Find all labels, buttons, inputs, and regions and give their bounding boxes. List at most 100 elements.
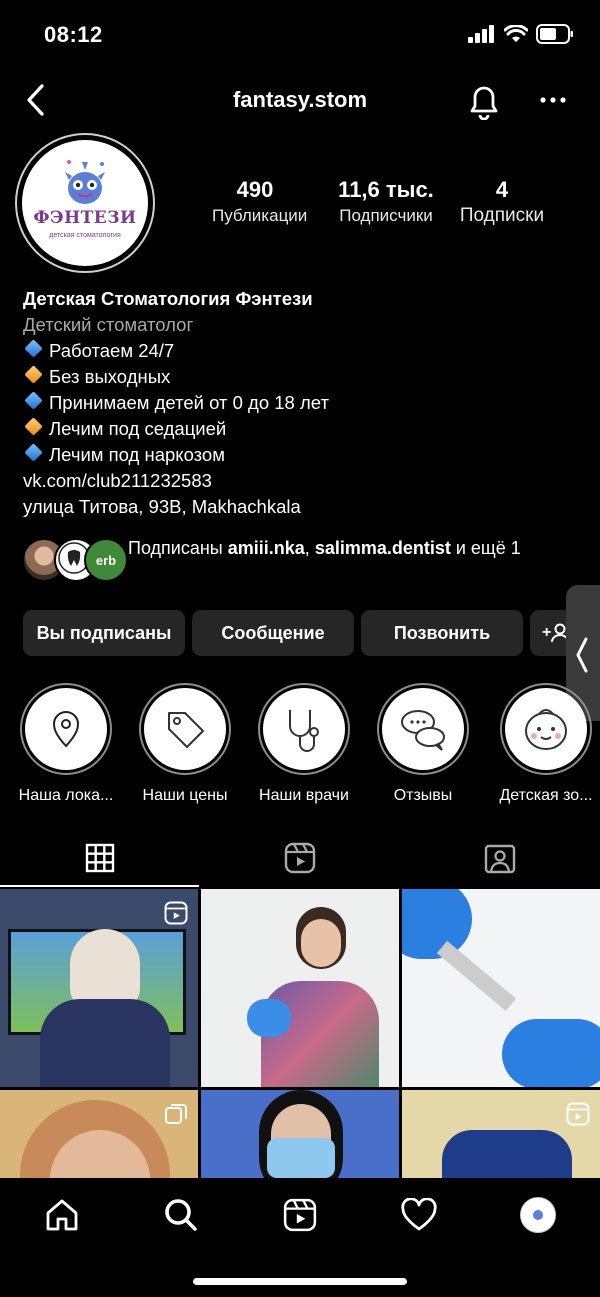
reel-indicator-icon	[566, 1102, 590, 1126]
tab-tagged[interactable]	[400, 830, 600, 886]
nav-activity[interactable]	[399, 1195, 439, 1235]
tagged-icon	[484, 844, 516, 874]
stat-posts-value: 490	[236, 177, 274, 202]
profile-username: fantasy.stom	[232, 87, 368, 112]
nav-reels[interactable]	[280, 1195, 320, 1235]
location-pin-icon	[52, 711, 80, 748]
home-indicator[interactable]	[193, 1278, 407, 1285]
signal-icon	[468, 25, 494, 43]
price-tag-icon	[168, 712, 204, 748]
bio-line: Работаем 24/7	[23, 338, 583, 364]
add-plus-glyph: +	[542, 624, 552, 641]
logo-text: ФЭНТЕЗИ	[33, 208, 137, 228]
tab-posts-grid[interactable]	[0, 830, 200, 886]
profile-avatar-small	[520, 1197, 556, 1233]
highlight-cover	[144, 688, 226, 770]
post-thumbnail[interactable]	[402, 889, 600, 1087]
active-tab-indicator	[0, 885, 199, 887]
post-image-instrument	[436, 940, 517, 1011]
highlight-label: Наши врачи	[259, 787, 349, 804]
carousel-indicator-icon	[165, 1104, 187, 1124]
highlight-kids-zone[interactable]: Детская зо...	[494, 683, 598, 805]
bio-name: Детская Стоматология Фэнтези	[23, 288, 313, 309]
bio-line-text: Работаем 24/7	[49, 340, 175, 361]
post-image-glove	[402, 889, 472, 959]
avatar-mascot-dot	[533, 1210, 543, 1220]
post-thumbnail[interactable]	[0, 889, 198, 1087]
stat-followers-value: 11,6 тыс.	[338, 177, 434, 202]
bio-link[interactable]: vk.com/club211232583	[23, 468, 583, 494]
bio-line: Принимаем детей от 0 до 18 лет	[23, 390, 583, 416]
status-icons	[468, 24, 574, 44]
reel-indicator-icon	[164, 901, 188, 925]
followed-by-separator: ,	[304, 538, 315, 558]
followed-by-text[interactable]: Подписаны amiii.nka, salimma.dentist и е…	[128, 535, 578, 561]
bio-category: Детский стоматолог	[23, 314, 194, 335]
nav-profile[interactable]	[518, 1195, 558, 1235]
chat-bubbles-icon	[401, 710, 445, 751]
post-thumbnail[interactable]	[201, 889, 399, 1087]
blue-diamond-icon	[24, 339, 43, 358]
reels-icon	[284, 842, 316, 874]
monster-mascot-icon	[65, 160, 105, 204]
bio-line-text: Без выходных	[49, 366, 171, 387]
notifications-button[interactable]	[466, 82, 502, 121]
following-button[interactable]: Вы подписаны	[23, 610, 185, 656]
stat-posts-label: Публикации	[212, 206, 308, 225]
highlight-cover	[263, 688, 345, 770]
battery-icon	[536, 24, 573, 44]
post-image-glove	[247, 999, 291, 1037]
follower-avatar: erb	[84, 538, 128, 582]
highlight-ring	[20, 683, 112, 775]
highlight-label: Наши цены	[142, 787, 228, 804]
highlight-ring	[500, 683, 592, 775]
profile-avatar[interactable]: ФЭНТЕЗИ детская стоматология	[15, 133, 155, 273]
followed-by-prefix: Подписаны	[128, 538, 228, 558]
orange-diamond-icon	[24, 365, 43, 384]
reels-icon	[283, 1198, 317, 1232]
followed-by-suffix: и ещё 1	[450, 538, 521, 558]
blue-diamond-icon	[24, 391, 43, 410]
tab-reels[interactable]	[200, 830, 400, 886]
bio-line: Лечим под седацией	[23, 416, 583, 442]
post-image-person-body	[40, 999, 170, 1087]
followed-by-avatars[interactable]: erb	[22, 538, 128, 582]
profile-bio: Детская Стоматология Фэнтези Детский сто…	[23, 286, 583, 520]
search-icon	[165, 1199, 197, 1231]
baby-face-icon	[525, 709, 567, 750]
post-image-person-face	[301, 919, 341, 967]
grid-icon	[85, 843, 115, 873]
stat-posts[interactable]: 490 Публикации	[212, 176, 308, 228]
stat-following[interactable]: 4 Подписки	[452, 176, 552, 228]
highlight-reviews[interactable]: Отзывы	[375, 683, 471, 805]
highlight-ring	[258, 683, 350, 775]
orange-diamond-icon	[24, 417, 43, 436]
more-options-button[interactable]	[538, 90, 568, 110]
logo-subtext: детская стоматология	[49, 232, 121, 239]
highlight-label: Наша лока...	[18, 787, 114, 804]
call-button[interactable]: Позвонить	[361, 610, 523, 656]
nav-home[interactable]	[42, 1195, 82, 1235]
nav-search[interactable]	[161, 1195, 201, 1235]
stat-following-value: 4	[495, 177, 509, 202]
stat-followers[interactable]: 11,6 тыс. Подписчики	[326, 176, 446, 228]
highlight-prices[interactable]: Наши цены	[137, 683, 233, 805]
avatar-logo: ФЭНТЕЗИ детская стоматология	[22, 140, 148, 266]
followed-by-user[interactable]: amiii.nka	[228, 538, 305, 558]
followed-by-user[interactable]: salimma.dentist	[315, 538, 451, 558]
heart-icon	[401, 1198, 437, 1231]
highlight-doctors[interactable]: Наши врачи	[256, 683, 352, 805]
highlight-ring	[377, 683, 469, 775]
post-image-mask	[267, 1138, 335, 1178]
message-button[interactable]: Сообщение	[192, 610, 354, 656]
wifi-icon	[504, 25, 528, 42]
post-image-glove	[502, 1019, 600, 1087]
bio-line-text: Принимаем детей от 0 до 18 лет	[49, 392, 329, 413]
highlight-cover	[505, 688, 587, 770]
status-time: 08:12	[44, 22, 103, 47]
highlight-label: Детская зо...	[499, 787, 593, 804]
highlight-ring	[139, 683, 231, 775]
bio-line-text: Лечим под седацией	[49, 418, 227, 439]
bio-address[interactable]: улица Титова, 93В, Makhachkala	[23, 494, 583, 520]
highlight-location[interactable]: Наша лока...	[18, 683, 114, 805]
